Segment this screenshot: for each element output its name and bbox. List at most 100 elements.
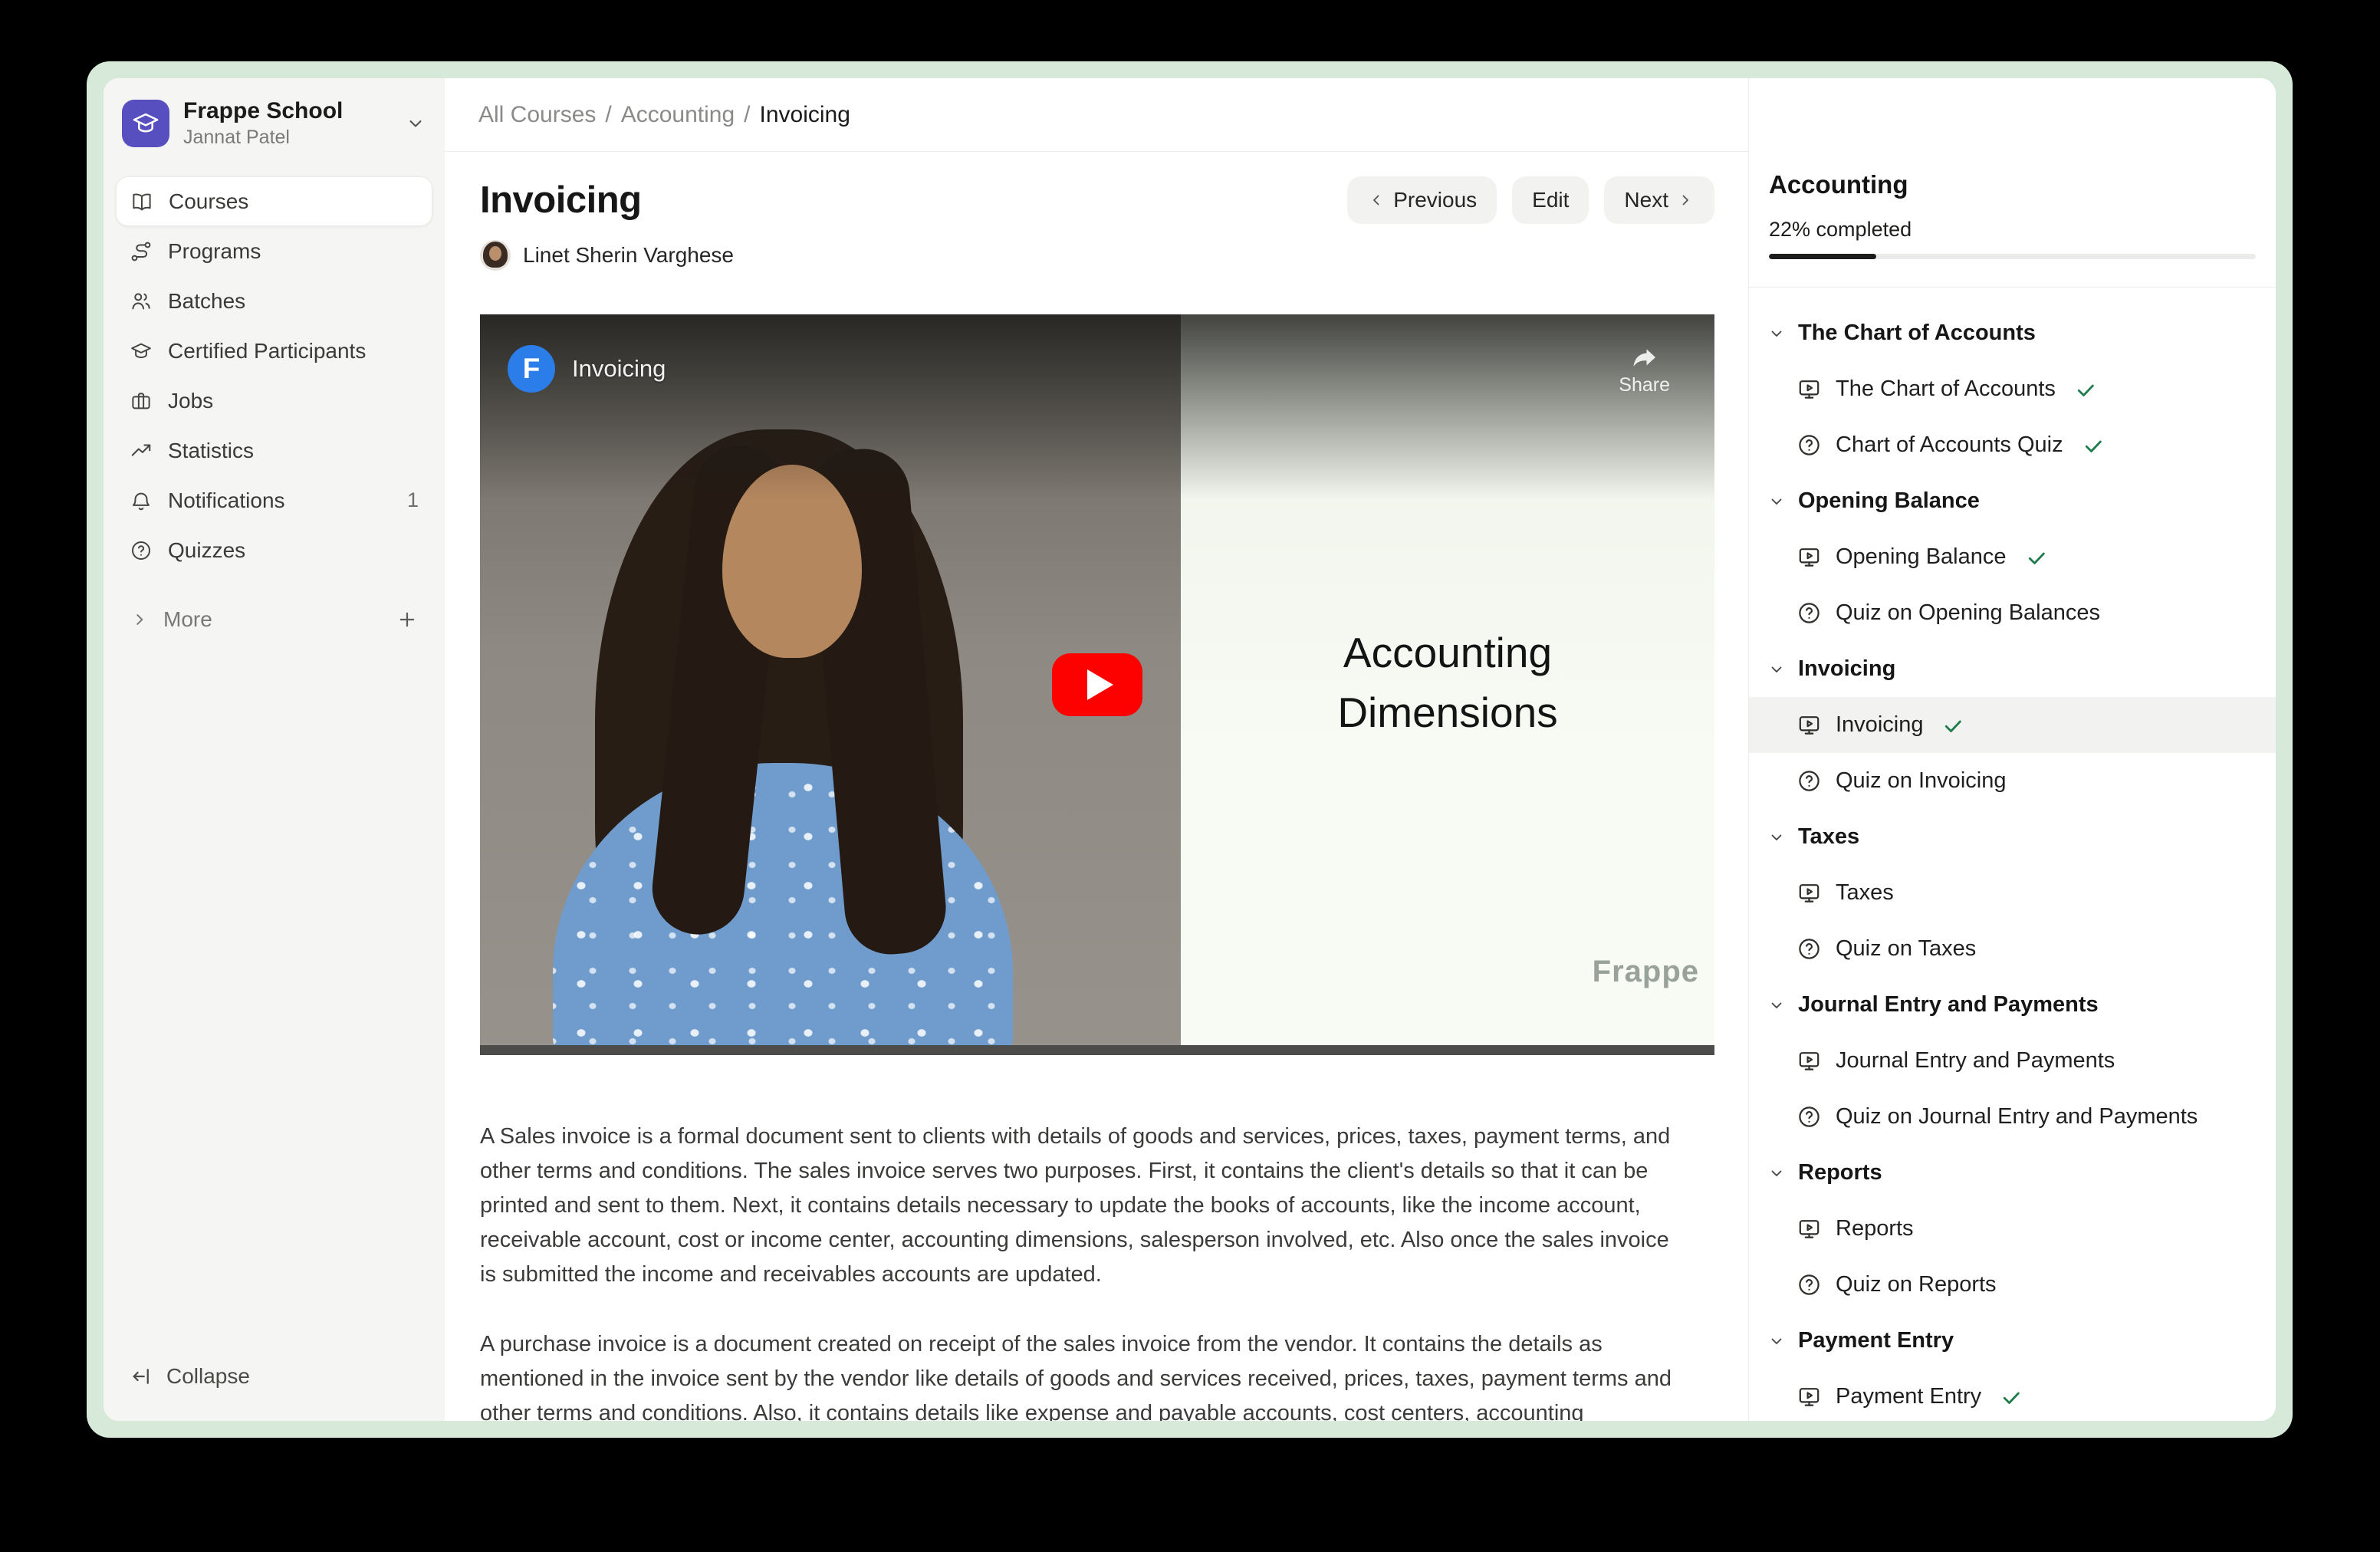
sidebar-more-toggle[interactable]: More [116, 595, 432, 644]
notifications-count-badge: 1 [407, 488, 419, 512]
outline-section-title: Payment Entry [1798, 1328, 1954, 1353]
course-progress-label: 22% completed [1769, 218, 2256, 242]
left-sidebar: Frappe School Jannat Patel Courses Progr… [104, 78, 445, 1421]
sidebar-item-programs[interactable]: Programs [116, 226, 432, 276]
chevron-left-icon [1367, 191, 1386, 209]
lesson-content: Invoicing Previous Edit Next [445, 152, 1748, 1421]
app-window: Frappe School Jannat Patel Courses Progr… [104, 78, 2276, 1421]
video-lesson-icon [1797, 1048, 1822, 1074]
graduation-cap-icon [130, 340, 153, 363]
next-button-label: Next [1624, 188, 1668, 212]
outline-section-journal-entry-and-payments[interactable]: Journal Entry and Payments [1749, 977, 2276, 1033]
app-window-frame: Frappe School Jannat Patel Courses Progr… [87, 61, 2293, 1438]
outline-item-payment-entry[interactable]: Payment Entry [1749, 1369, 2276, 1421]
quiz-icon [1797, 1272, 1822, 1297]
outline-item-quiz-on-taxes[interactable]: Quiz on Taxes [1749, 921, 2276, 977]
sidebar-item-statistics[interactable]: Statistics [116, 426, 432, 475]
outline-item-chart-of-accounts-quiz[interactable]: Chart of Accounts Quiz [1749, 417, 2276, 473]
lesson-title-row: Invoicing Previous Edit Next [480, 175, 1714, 225]
outline-section-reports[interactable]: Reports [1749, 1145, 2276, 1201]
edit-button[interactable]: Edit [1512, 176, 1589, 224]
channel-avatar[interactable]: F [508, 345, 555, 393]
course-outline-header: Accounting 22% completed [1749, 78, 2276, 288]
outline-item-opening-balance[interactable]: Opening Balance [1749, 529, 2276, 585]
breadcrumb-accounting[interactable]: Accounting [621, 102, 735, 128]
outline-item-quiz-on-journal-entry-and-payments[interactable]: Quiz on Journal Entry and Payments [1749, 1089, 2276, 1145]
sidebar-item-certified-participants[interactable]: Certified Participants [116, 326, 432, 376]
author-avatar [480, 240, 511, 271]
video-lesson-icon [1797, 1384, 1822, 1409]
share-label: Share [1619, 374, 1670, 396]
sidebar-item-label: Programs [168, 239, 261, 264]
outline-section-title: Taxes [1798, 824, 1859, 850]
outline-section-title: Journal Entry and Payments [1798, 992, 2099, 1018]
sidebar-item-label: Courses [169, 189, 248, 214]
breadcrumb-all-courses[interactable]: All Courses [478, 102, 596, 128]
outline-section-taxes[interactable]: Taxes [1749, 809, 2276, 865]
slide-title: Accounting Dimensions [1181, 623, 1714, 742]
chevron-down-icon [1767, 996, 1786, 1014]
outline-section-opening-balance[interactable]: Opening Balance [1749, 473, 2276, 529]
chevron-down-icon [1767, 1164, 1786, 1182]
collapse-sidebar-button[interactable]: Collapse [116, 1352, 432, 1401]
main-content: All Courses / Accounting / Invoicing Inv… [445, 78, 1748, 1421]
author-name: Linet Sherin Varghese [523, 243, 734, 268]
sidebar-item-quizzes[interactable]: Quizzes [116, 525, 432, 575]
sidebar-item-batches[interactable]: Batches [116, 276, 432, 326]
share-icon [1627, 342, 1662, 373]
route-icon [130, 240, 153, 263]
chevron-down-icon [1767, 828, 1786, 847]
outline-item-quiz-on-reports[interactable]: Quiz on Reports [1749, 1257, 2276, 1313]
school-switcher[interactable]: Frappe School Jannat Patel [116, 98, 432, 149]
outline-section-invoicing[interactable]: Invoicing [1749, 641, 2276, 697]
video-player[interactable]: Accounting Dimensions Frappe F Invoicing… [480, 314, 1714, 1055]
video-bottom-bar [480, 1045, 1714, 1055]
book-open-icon [130, 190, 153, 213]
edit-button-label: Edit [1532, 188, 1569, 212]
outline-section-title: Invoicing [1798, 656, 1895, 682]
course-progress-bar [1769, 254, 2256, 259]
more-label: More [163, 607, 212, 632]
sidebar-item-notifications[interactable]: Notifications 1 [116, 475, 432, 525]
share-button[interactable]: Share [1619, 342, 1670, 396]
quiz-icon [1797, 936, 1822, 962]
next-button[interactable]: Next [1604, 176, 1714, 224]
school-switcher-text: Frappe School Jannat Patel [183, 98, 343, 149]
video-title[interactable]: Invoicing [572, 355, 666, 383]
outline-item-reports[interactable]: Reports [1749, 1201, 2276, 1257]
outline-section-payment-entry[interactable]: Payment Entry [1749, 1313, 2276, 1369]
sidebar-item-label: Notifications [168, 488, 285, 513]
sidebar-item-courses[interactable]: Courses [116, 176, 432, 226]
outline-item-journal-entry-and-payments[interactable]: Journal Entry and Payments [1749, 1033, 2276, 1089]
outline-item-quiz-on-opening-balances[interactable]: Quiz on Opening Balances [1749, 585, 2276, 641]
course-outline-list: The Chart of Accounts The Chart of Accou… [1749, 288, 2276, 1421]
outline-item-quiz-on-invoicing[interactable]: Quiz on Invoicing [1749, 753, 2276, 809]
collapse-label: Collapse [166, 1364, 250, 1389]
sidebar-item-label: Jobs [168, 389, 213, 413]
lesson-nav-buttons: Previous Edit Next [1347, 176, 1714, 224]
outline-item-the-chart-of-accounts[interactable]: The Chart of Accounts [1749, 361, 2276, 417]
outline-item-label: Quiz on Invoicing [1836, 768, 2006, 794]
video-lesson-icon [1797, 1216, 1822, 1241]
outline-section-title: Reports [1798, 1160, 1882, 1185]
video-header: F Invoicing [508, 345, 666, 393]
add-button[interactable] [396, 608, 419, 631]
sidebar-item-label: Certified Participants [168, 339, 366, 363]
check-icon [1941, 714, 1964, 737]
sidebar-nav: Courses Programs Batches Certified Parti… [116, 176, 432, 575]
outline-section-chart-of-accounts[interactable]: The Chart of Accounts [1749, 305, 2276, 361]
outline-section-title: The Chart of Accounts [1798, 321, 2036, 346]
sidebar-item-jobs[interactable]: Jobs [116, 376, 432, 426]
outline-item-invoicing[interactable]: Invoicing [1749, 697, 2276, 753]
trending-up-icon [130, 439, 153, 462]
outline-item-label: Invoicing [1836, 712, 1923, 738]
play-icon [1087, 669, 1113, 700]
previous-button[interactable]: Previous [1347, 176, 1497, 224]
video-lesson-icon [1797, 712, 1822, 738]
previous-button-label: Previous [1393, 188, 1477, 212]
course-progress-fill [1769, 254, 1876, 259]
play-button[interactable] [1052, 653, 1142, 716]
outline-item-taxes[interactable]: Taxes [1749, 865, 2276, 921]
chevron-down-icon [1767, 1332, 1786, 1350]
quiz-icon [1797, 1104, 1822, 1129]
